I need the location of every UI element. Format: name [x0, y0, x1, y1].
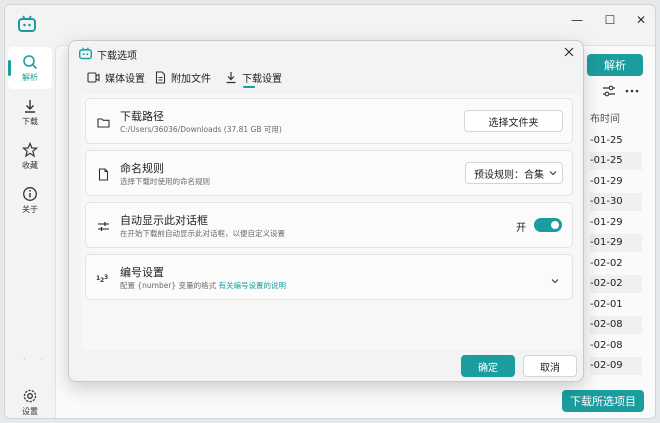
tab-label: 媒体设置: [105, 73, 145, 85]
numbering-icon: 1 2 3: [96, 271, 110, 285]
auto-show-dialog-toggle[interactable]: [534, 218, 562, 232]
folder-icon: [96, 115, 110, 129]
active-tab-indicator: [243, 86, 255, 88]
download-icon: [25, 99, 35, 113]
dialog-close-button[interactable]: [561, 44, 577, 60]
sidebar-scroll-indicator: · ·: [23, 355, 49, 364]
star-icon: [22, 141, 38, 157]
tab-media-settings[interactable]: 媒体设置: [87, 69, 145, 85]
download-icon: [226, 71, 236, 83]
media-icon: [87, 71, 100, 83]
app-logo-icon: [18, 15, 36, 32]
more-options-icon[interactable]: [624, 84, 640, 98]
download-path-card: 下载路径 C:/Users/36036/Downloads (37.81 GB …: [85, 98, 573, 144]
sidebar-item-download[interactable]: 下载: [8, 91, 52, 133]
tab-label: 下载设置: [242, 73, 282, 85]
sidebar-item-about[interactable]: 关于: [8, 179, 52, 221]
choose-folder-button[interactable]: 选择文件夹: [464, 110, 563, 132]
sidebar-item-label: 关于: [22, 204, 38, 214]
minimize-button[interactable]: —: [562, 9, 592, 31]
date-cell: -01-29: [590, 216, 623, 228]
sliders-icon: [96, 219, 110, 233]
sidebar-item-favorites[interactable]: 收藏: [8, 135, 52, 177]
date-cell: -01-29: [590, 175, 623, 187]
numbering-help-link[interactable]: 有关编号设置的说明: [218, 281, 286, 290]
close-window-button[interactable]: ✕: [626, 9, 655, 31]
parse-button[interactable]: 解析: [587, 54, 643, 76]
date-cell: -02-08: [590, 315, 642, 334]
download-options-dialog: 下载选项 媒体设置 附加文件 下载设置 下载路径 C:/Users/36036/…: [68, 40, 584, 382]
confirm-button[interactable]: 确定: [461, 355, 515, 377]
maximize-button[interactable]: ☐: [595, 9, 625, 31]
chevron-down-icon: [551, 279, 559, 284]
date-cell: -02-02: [590, 257, 623, 269]
date-cell: -02-09: [590, 356, 642, 375]
date-cell: -01-25: [590, 151, 642, 170]
naming-rule-title: 命名规则: [120, 162, 164, 175]
naming-rule-selected-value: 预设规则：合集: [474, 169, 544, 181]
tab-download-settings[interactable]: 下载设置: [225, 69, 282, 85]
gear-icon: [23, 389, 37, 402]
date-cell: -01-25: [590, 134, 623, 146]
auto-show-dialog-card: 自动显示此对话框 在开始下载前自动显示此对话框，以便自定义设置 开: [85, 202, 573, 248]
sidebar-item-label: 解析: [22, 72, 38, 82]
numbering-settings-subtitle: 配置 {number} 变量的格式 有关编号设置的说明: [120, 280, 286, 291]
close-icon: [564, 47, 574, 57]
svg-text:3: 3: [104, 274, 108, 281]
numbering-subtitle-text: 配置 {number} 变量的格式: [120, 281, 217, 290]
dialog-title: 下载选项: [97, 51, 137, 62]
naming-rule-card: 命名规则 选择下载时使用的命名规则 预设规则：合集: [85, 150, 573, 196]
chevron-down-icon: [549, 171, 557, 176]
tab-additional-files[interactable]: 附加文件: [155, 69, 211, 85]
auto-show-dialog-title: 自动显示此对话框: [120, 214, 208, 227]
sidebar-item-label: 下载: [22, 116, 38, 126]
column-header-publish-time[interactable]: 布时间: [590, 110, 620, 125]
search-icon: [23, 54, 38, 69]
download-path-value: C:/Users/36036/Downloads (37.81 GB 可用): [120, 125, 282, 134]
filter-settings-icon[interactable]: [601, 84, 617, 98]
date-cell: -02-01: [590, 298, 623, 310]
info-icon: [23, 186, 37, 201]
app-logo-icon: [79, 47, 92, 60]
settings-panel: 下载路径 C:/Users/36036/Downloads (37.81 GB …: [81, 94, 581, 350]
date-cell: -01-30: [590, 192, 642, 211]
auto-show-dialog-subtitle: 在开始下载前自动显示此对话框，以便自定义设置: [120, 229, 285, 238]
naming-rule-subtitle: 选择下载时使用的命名规则: [120, 177, 210, 186]
date-cell: -02-02: [590, 274, 642, 293]
cancel-button[interactable]: 取消: [523, 355, 577, 377]
sidebar-item-label: 收藏: [22, 160, 38, 170]
numbering-settings-card[interactable]: 1 2 3 编号设置 配置 {number} 变量的格式 有关编号设置的说明: [85, 254, 573, 300]
file-icon: [155, 70, 166, 84]
download-selected-button[interactable]: 下载所选项目: [562, 390, 644, 412]
tab-label: 附加文件: [171, 73, 211, 85]
date-cell: -01-29: [590, 233, 642, 252]
download-path-title: 下载路径: [120, 110, 164, 123]
toggle-state-label: 开: [516, 223, 526, 234]
naming-rule-select[interactable]: 预设规则：合集: [465, 162, 563, 184]
numbering-settings-title: 编号设置: [120, 266, 164, 279]
document-icon: [96, 167, 110, 181]
sidebar-item-label: 设置: [22, 406, 38, 416]
sidebar-item-settings[interactable]: 设置: [8, 381, 52, 418]
date-cell: -02-08: [590, 339, 623, 351]
expand-chevron[interactable]: [551, 274, 559, 287]
sidebar-item-parse[interactable]: 解析: [8, 47, 52, 89]
